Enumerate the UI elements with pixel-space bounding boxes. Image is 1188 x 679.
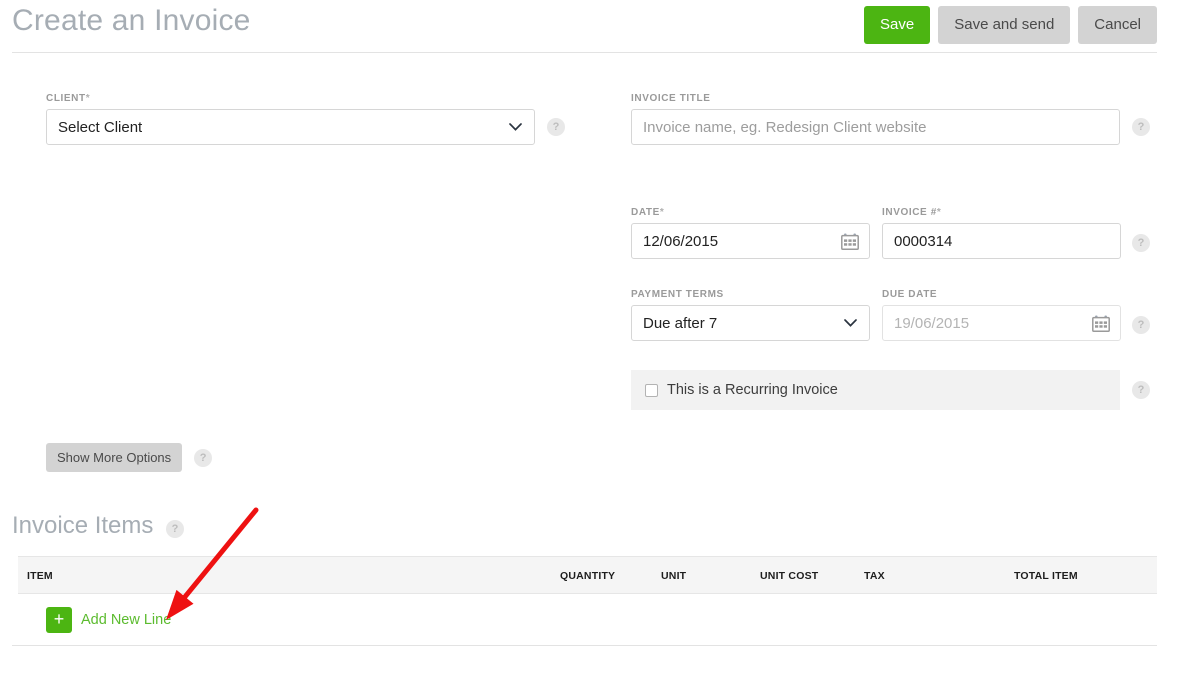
client-label-text: CLIENT	[46, 93, 86, 104]
invoice-number-label-text: INVOICE #	[882, 207, 937, 218]
create-invoice-page: Create an Invoice Save Save and send Can…	[0, 0, 1188, 679]
plus-icon: +	[46, 607, 72, 633]
invoice-title-label: INVOICE TITLE	[631, 93, 711, 104]
payment-terms-field-group: PAYMENT TERMS Due after 7	[631, 289, 870, 341]
save-and-send-button[interactable]: Save and send	[938, 6, 1071, 44]
date-label: DATE*	[631, 207, 870, 218]
date-invoice-row: DATE* 12/06/2015 INVOICE #* 0000314 ?	[631, 207, 1161, 259]
due-date-help-icon[interactable]: ?	[1132, 316, 1150, 334]
show-more-options-group: Show More Options ?	[46, 443, 213, 472]
due-date-field-group: DUE DATE 19/06/2015 ?	[882, 289, 1150, 341]
invoice-number-required-marker: *	[936, 207, 942, 218]
client-required-marker: *	[85, 93, 91, 104]
show-more-options-help-icon[interactable]: ?	[194, 448, 213, 467]
payment-terms-value: Due after 7	[643, 314, 718, 332]
invoice-number-value: 0000314	[894, 232, 953, 250]
client-field-group: CLIENT* Select Client ?	[46, 93, 576, 145]
invoice-title-field-group: INVOICE TITLE Invoice name, eg. Redesign…	[631, 93, 1161, 145]
payment-terms-select[interactable]: Due after 7	[631, 305, 870, 341]
invoice-number-input[interactable]: 0000314	[882, 223, 1121, 259]
recurring-invoice-label: This is a Recurring Invoice	[667, 382, 838, 398]
column-header-unit: UNIT	[661, 570, 687, 582]
chevron-down-icon	[844, 319, 857, 327]
column-header-unit-cost: UNIT COST	[760, 570, 819, 582]
save-button[interactable]: Save	[864, 6, 931, 44]
calendar-icon[interactable]	[1092, 315, 1110, 332]
invoice-items-help-icon[interactable]: ?	[166, 520, 184, 538]
payment-terms-label: PAYMENT TERMS	[631, 289, 724, 300]
client-help-icon[interactable]: ?	[547, 118, 565, 136]
client-selected-value: Select Client	[58, 118, 143, 136]
invoice-title-placeholder: Invoice name, eg. Redesign Client websit…	[643, 118, 927, 136]
due-date-value: 19/06/2015	[894, 314, 970, 332]
client-label: CLIENT*	[46, 93, 576, 104]
chevron-down-icon	[509, 123, 522, 131]
date-input[interactable]: 12/06/2015	[631, 223, 870, 259]
terms-duedate-row: PAYMENT TERMS Due after 7 DUE DATE 19/06…	[631, 289, 1161, 341]
invoice-title-help-icon[interactable]: ?	[1132, 118, 1150, 136]
due-date-label: DUE DATE	[882, 289, 938, 300]
show-more-options-button[interactable]: Show More Options	[46, 443, 183, 472]
calendar-icon[interactable]	[841, 233, 859, 250]
invoice-number-label: INVOICE #*	[882, 207, 1121, 218]
date-value: 12/06/2015	[643, 232, 719, 250]
invoice-items-table-header: ITEM QUANTITY UNIT UNIT COST TAX TOTAL I…	[18, 556, 1157, 594]
date-label-text: DATE	[631, 207, 660, 218]
page-title: Create an Invoice	[12, 4, 251, 37]
recurring-invoice-panel: This is a Recurring Invoice	[631, 370, 1120, 410]
invoice-items-title: Invoice Items	[12, 512, 154, 539]
column-header-tax: TAX	[864, 570, 885, 582]
due-date-input[interactable]: 19/06/2015	[882, 305, 1121, 341]
invoice-title-input[interactable]: Invoice name, eg. Redesign Client websit…	[631, 109, 1120, 145]
date-required-marker: *	[659, 207, 665, 218]
column-header-total-item: TOTAL ITEM	[1014, 570, 1078, 582]
add-new-line-label: Add New Line	[81, 612, 172, 628]
date-field-group: DATE* 12/06/2015	[631, 207, 870, 259]
recurring-invoice-help-icon[interactable]: ?	[1132, 381, 1150, 399]
page-header: Create an Invoice Save Save and send Can…	[0, 0, 1188, 53]
recurring-invoice-group: This is a Recurring Invoice ?	[631, 370, 1161, 410]
column-header-quantity: QUANTITY	[560, 570, 616, 582]
header-divider	[12, 52, 1157, 53]
recurring-invoice-checkbox[interactable]	[645, 383, 658, 397]
column-header-item: ITEM	[27, 570, 53, 582]
client-select[interactable]: Select Client	[46, 109, 535, 145]
header-actions: Save Save and send Cancel	[864, 6, 1157, 44]
invoice-number-field-group: INVOICE #* 0000314 ?	[882, 207, 1150, 259]
cancel-button[interactable]: Cancel	[1078, 6, 1157, 44]
add-new-line-button[interactable]: + Add New Line	[46, 607, 171, 633]
invoice-number-help-icon[interactable]: ?	[1132, 234, 1150, 252]
items-bottom-divider	[12, 645, 1157, 646]
